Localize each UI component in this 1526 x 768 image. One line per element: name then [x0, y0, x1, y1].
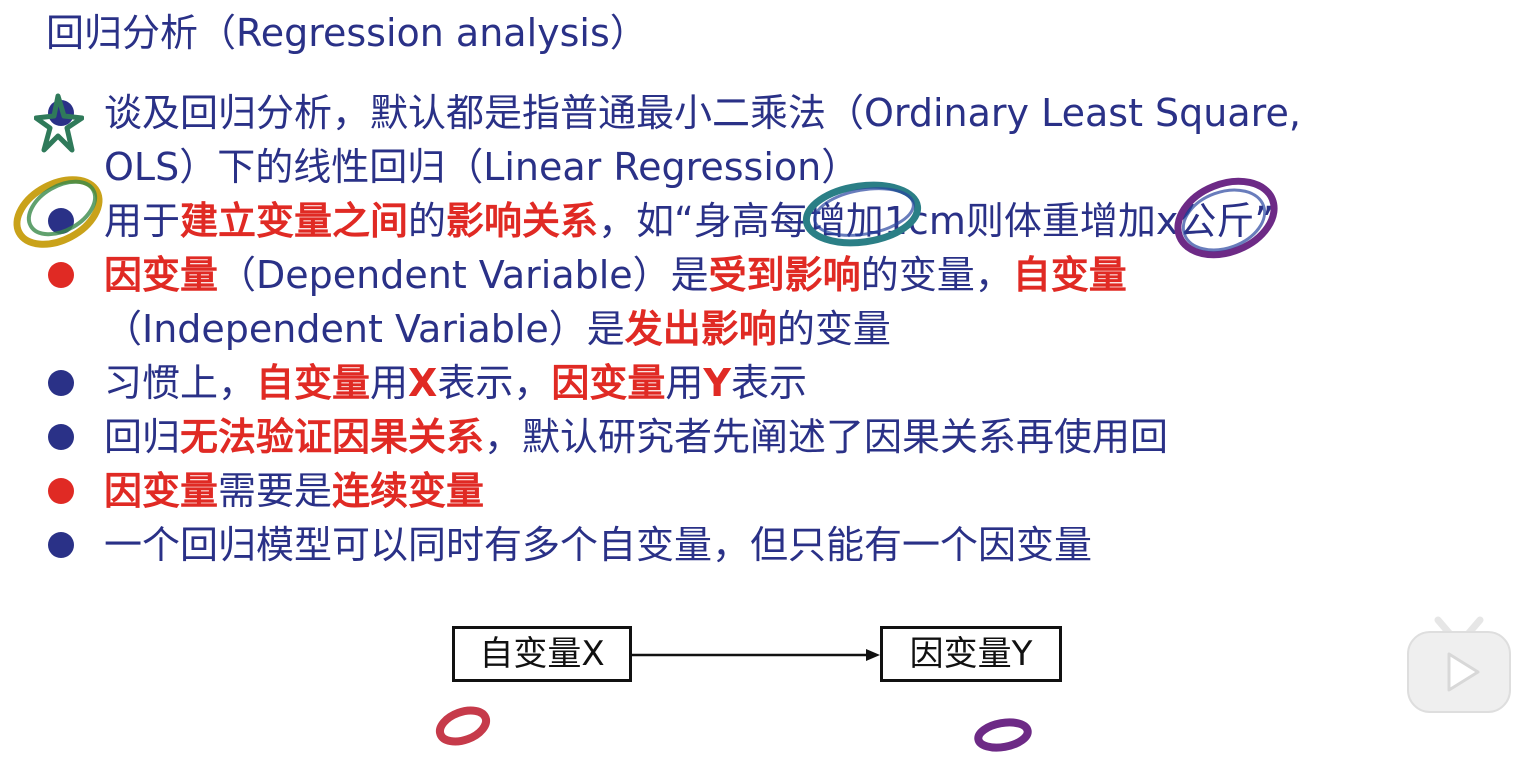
body-text: 用: [665, 361, 704, 405]
bullet-text-line: 习惯上，自变量用X表示，因变量用Y表示: [104, 356, 807, 410]
body-text: 的变量，: [860, 253, 1013, 297]
bullet-dot-icon: [48, 208, 74, 234]
highlight-text: 影响关系: [446, 199, 599, 243]
bullet-text-line: 用于建立变量之间的影响关系，如“身高每增加1cm则体重增加x公斤”: [104, 194, 1274, 248]
body-text: 的变量: [776, 307, 891, 351]
highlight-text: 因变量: [104, 469, 219, 513]
highlight-text: 自变量: [256, 361, 371, 405]
bullet-dot-icon: [48, 532, 74, 558]
highlight-text: 无法验证因果关系: [180, 415, 485, 459]
arrow-icon: [630, 649, 880, 661]
body-text: 用: [370, 361, 409, 405]
bullet-text-line: 因变量需要是连续变量: [104, 464, 484, 518]
bullet-dot-icon: [48, 478, 74, 504]
body-text: ，默认研究者先阐述了因果关系再使用回: [484, 415, 1169, 459]
highlight-text: 受到影响: [708, 253, 861, 297]
independent-variable-box: 自变量X: [452, 626, 632, 682]
highlight-text: Y: [703, 361, 731, 405]
circle-annotation-icon: [974, 718, 1032, 752]
body-text: OLS）下的线性回归（Linear Regression）: [104, 145, 860, 189]
highlight-text: 连续变量: [332, 469, 485, 513]
body-text: 一个回归模型可以同时有多个自变量，但只能有一个因变量: [104, 523, 1093, 567]
highlight-text: 自变量: [1012, 253, 1127, 297]
body-text: 回归: [104, 415, 181, 459]
bullet-dot-icon: [48, 262, 74, 288]
body-text: 用于: [104, 199, 181, 243]
bullet-list: 谈及回归分析，默认都是指普通最小二乘法（Ordinary Least Squar…: [0, 0, 1526, 600]
bullet-dot-icon: [48, 100, 74, 126]
bullet-text-line: 一个回归模型可以同时有多个自变量，但只能有一个因变量: [104, 518, 1092, 572]
body-text: 表示: [730, 361, 807, 405]
bullet-text-line: OLS）下的线性回归（Linear Regression）: [104, 140, 859, 194]
bullet-dot-icon: [48, 370, 74, 396]
highlight-text: 建立变量之间: [180, 199, 409, 243]
body-text: 需要是: [218, 469, 333, 513]
highlight-text: 因变量: [551, 361, 666, 405]
highlight-text: 发出影响: [624, 307, 777, 351]
dependent-variable-box: 因变量Y: [880, 626, 1062, 682]
body-text: 的: [408, 199, 447, 243]
body-text: ，如“身高每增加1cm则体重增加x公斤”: [598, 199, 1275, 243]
highlight-text: X: [408, 361, 438, 405]
body-text: 习惯上，: [104, 361, 257, 405]
bullet-text-line: 谈及回归分析，默认都是指普通最小二乘法（Ordinary Least Squar…: [104, 86, 1301, 140]
bullet-dot-icon: [48, 424, 74, 450]
body-text: 表示，: [437, 361, 552, 405]
bullet-text-line: 回归无法验证因果关系，默认研究者先阐述了因果关系再使用回: [104, 410, 1168, 464]
body-text: （Dependent Variable）是: [218, 253, 709, 297]
bilibili-play-icon[interactable]: [1404, 614, 1514, 716]
bullet-text-line: 因变量（Dependent Variable）是受到影响的变量，自变量: [104, 248, 1127, 302]
bullet-text-line: （Independent Variable）是发出影响的变量: [104, 302, 891, 356]
body-text: （Independent Variable）是: [104, 307, 625, 351]
highlight-text: 因变量: [104, 253, 219, 297]
body-text: 谈及回归分析，默认都是指普通最小二乘法（Ordinary Least Squar…: [104, 91, 1301, 135]
circle-annotation-icon: [435, 706, 491, 746]
